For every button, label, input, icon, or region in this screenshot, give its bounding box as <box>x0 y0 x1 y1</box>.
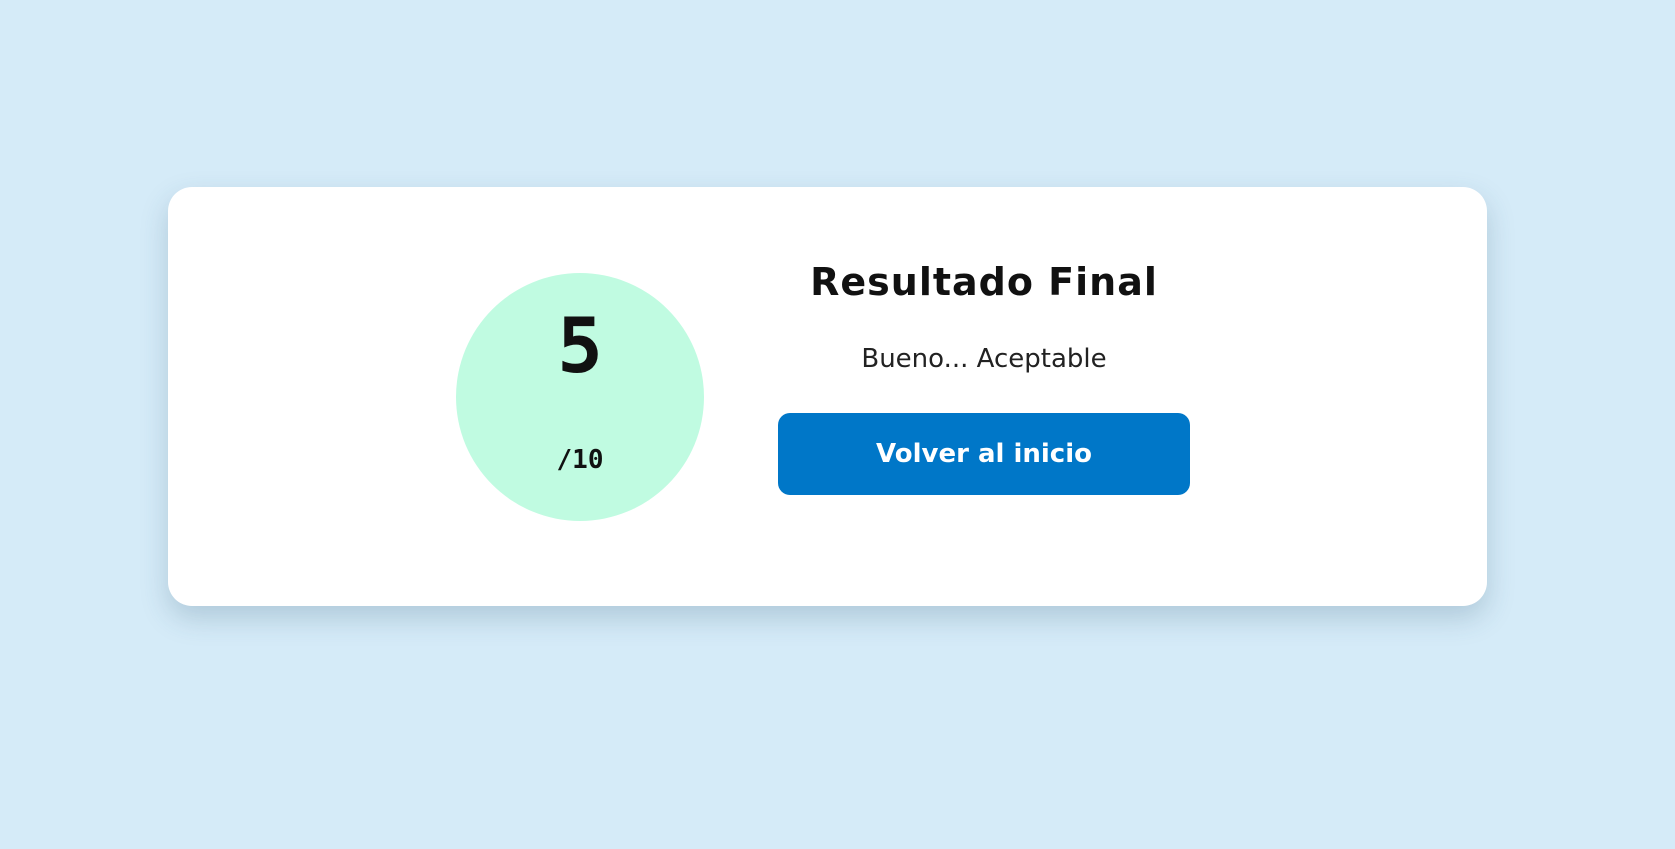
result-title: Resultado Final <box>810 260 1158 304</box>
result-message: Bueno... Aceptable <box>861 344 1107 374</box>
result-card: 5 /10 Resultado Final Bueno... Aceptable… <box>168 187 1487 606</box>
score-value: 5 <box>557 301 603 390</box>
page: 5 /10 Resultado Final Bueno... Aceptable… <box>0 0 1675 849</box>
score-max: /10 <box>556 445 604 475</box>
result-info: Resultado Final Bueno... Aceptable Volve… <box>778 257 1190 495</box>
score-circle: 5 /10 <box>456 273 704 521</box>
back-to-home-button[interactable]: Volver al inicio <box>778 413 1190 495</box>
